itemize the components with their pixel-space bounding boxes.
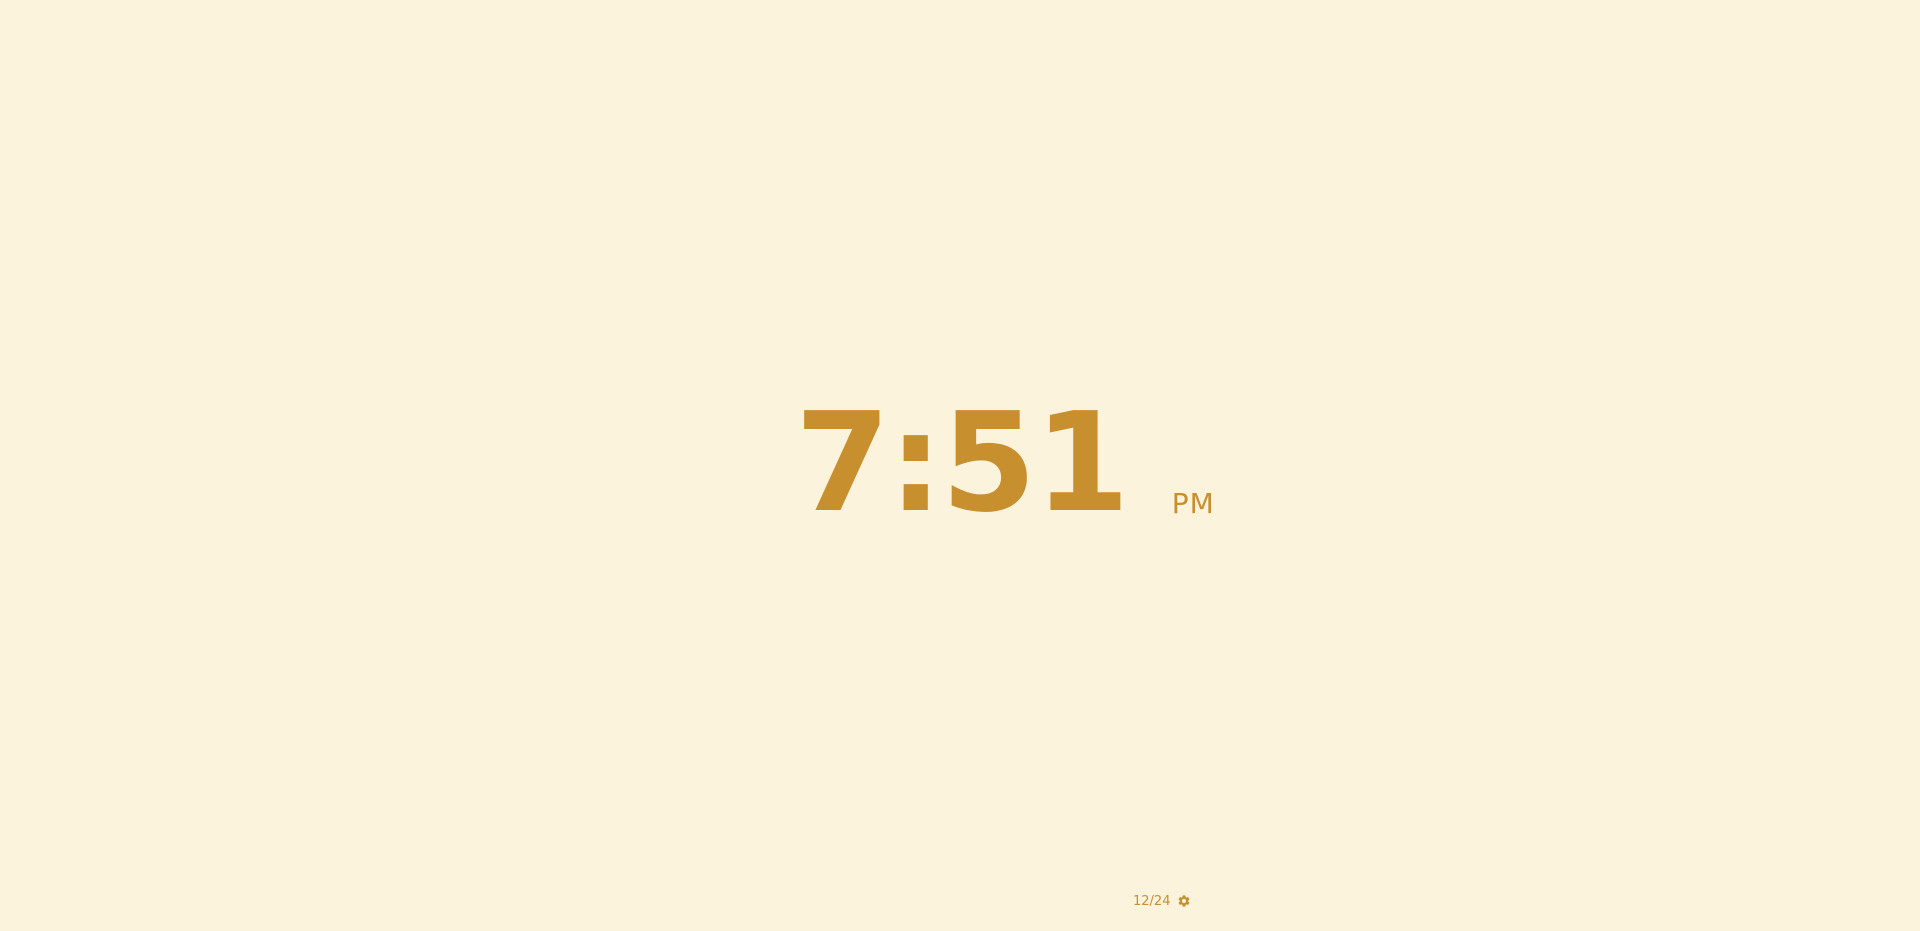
settings-button[interactable]	[1176, 893, 1192, 909]
time-text: 7:51	[795, 384, 1130, 543]
clock-display: 7:51 PM	[795, 392, 1215, 532]
period-text: PM	[1171, 487, 1215, 520]
footer-controls: 12/24	[1133, 893, 1192, 909]
gear-icon	[1177, 894, 1191, 908]
clock-screen: 7:51 PM 12/24	[0, 0, 1920, 931]
time-format-toggle[interactable]: 12/24	[1133, 895, 1170, 908]
